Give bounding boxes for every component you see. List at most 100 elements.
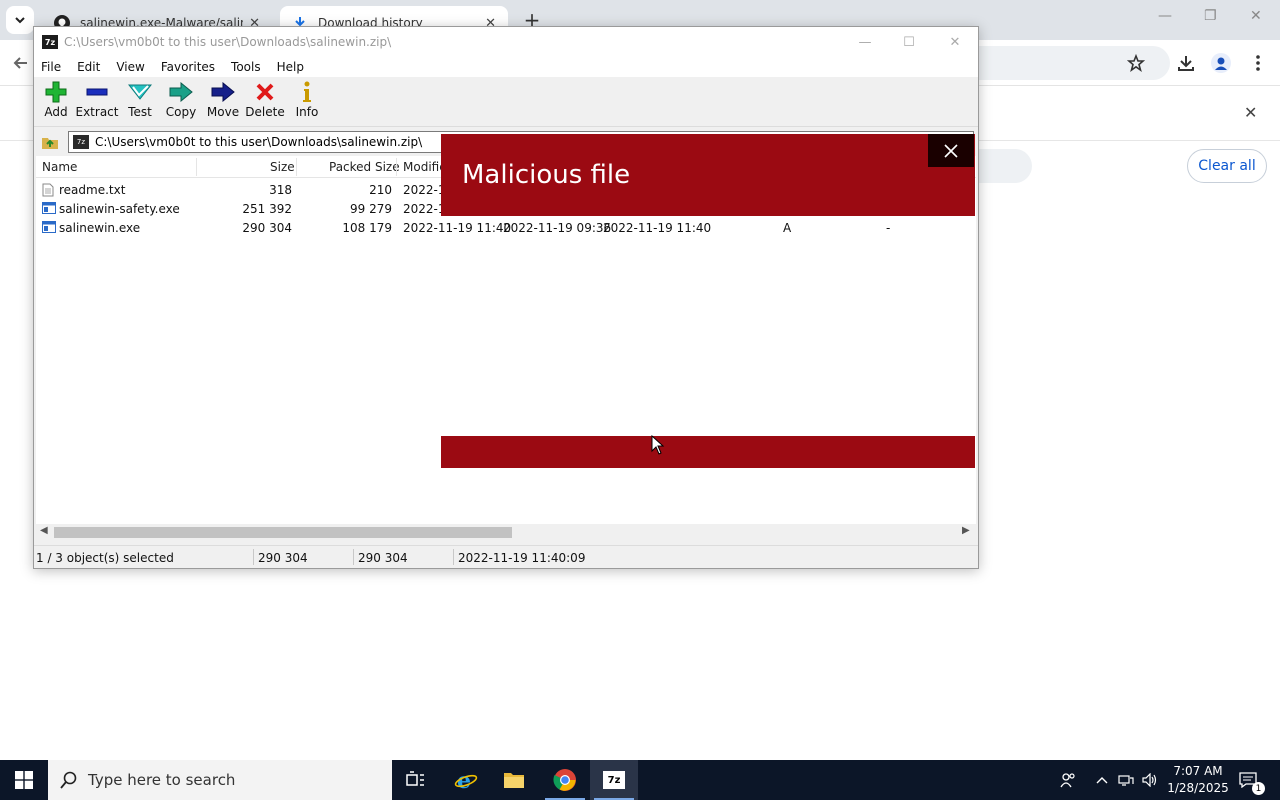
info-icon <box>294 80 320 104</box>
back-arrow-icon[interactable] <box>10 52 32 74</box>
restore-icon[interactable]: ❐ <box>1204 8 1217 24</box>
scroll-left-icon[interactable]: ◀ <box>40 525 48 536</box>
file-size: 290 304 <box>242 221 292 235</box>
close-icon[interactable]: ✕ <box>1244 103 1257 122</box>
status-size: 290 304 <box>258 551 308 565</box>
maximize-button[interactable]: ☐ <box>894 31 924 53</box>
windows-logo-icon <box>15 771 33 789</box>
close-icon[interactable]: ✕ <box>1250 8 1262 24</box>
taskbar-search-box[interactable]: Type here to search <box>48 760 392 800</box>
banner-body <box>441 216 975 436</box>
menu-view[interactable]: View <box>116 60 144 74</box>
people-icon[interactable] <box>1056 760 1080 800</box>
window-title: C:\Users\vm0b0t to this user\Downloads\s… <box>64 35 392 49</box>
windows-taskbar: Type here to search e 7z 7:07 AM 1/28/20… <box>0 760 1280 800</box>
chevron-down-icon <box>15 17 25 24</box>
column-size[interactable]: Size <box>270 160 295 174</box>
clear-all-button[interactable]: Clear all <box>1187 149 1267 183</box>
status-divider <box>253 549 254 565</box>
bookmark-star-icon[interactable] <box>1125 52 1147 74</box>
notification-count-badge: 1 <box>1252 782 1265 795</box>
column-packed-size[interactable]: Packed Size <box>329 160 400 174</box>
status-divider <box>353 549 354 565</box>
archive-icon: 7z <box>73 135 89 149</box>
file-packed-size: 210 <box>369 183 392 197</box>
column-divider <box>396 158 397 176</box>
close-button[interactable]: ✕ <box>940 31 970 53</box>
internet-explorer-icon: e <box>454 768 478 792</box>
malicious-file-banner: Malicious file <box>441 134 975 216</box>
edge-app-button[interactable]: e <box>442 760 490 800</box>
file-packed-size: 99 279 <box>350 202 392 216</box>
menu-favorites[interactable]: Favorites <box>161 60 215 74</box>
scrollbar-thumb[interactable] <box>54 527 512 538</box>
chrome-app-button[interactable] <box>541 760 589 800</box>
banner-footer <box>441 436 975 468</box>
menu-help[interactable]: Help <box>277 60 304 74</box>
folder-up-icon[interactable] <box>40 132 60 152</box>
info-button[interactable]: Info <box>285 80 329 124</box>
delete-button[interactable]: Delete <box>243 80 287 124</box>
7zip-app-icon: 7z <box>603 771 625 789</box>
chevron-up-icon[interactable] <box>1092 760 1112 800</box>
banner-close-button[interactable] <box>928 134 974 167</box>
delete-icon <box>252 80 278 104</box>
minimize-button[interactable]: — <box>850 31 880 53</box>
search-icon <box>60 771 77 789</box>
copy-button[interactable]: Copy <box>159 80 203 124</box>
exe-file-icon <box>42 202 56 216</box>
add-button[interactable]: Add <box>34 80 78 124</box>
path-text: C:\Users\vm0b0t to this user\Downloads\s… <box>95 135 423 149</box>
downloads-icon[interactable] <box>1175 52 1197 74</box>
clock-time: 7:07 AM <box>1173 764 1223 778</box>
test-icon <box>127 80 153 104</box>
start-button[interactable] <box>0 760 48 800</box>
file-explorer-button[interactable] <box>490 760 538 800</box>
horizontal-scrollbar[interactable]: ◀ ▶ <box>36 524 976 541</box>
system-clock[interactable]: 7:07 AM 1/28/2025 <box>1162 763 1234 797</box>
menu-tools[interactable]: Tools <box>231 60 261 74</box>
task-view-button[interactable] <box>392 760 440 800</box>
file-name: readme.txt <box>59 183 126 197</box>
status-packed: 290 304 <box>358 551 408 565</box>
test-button[interactable]: Test <box>118 80 162 124</box>
status-bar: 1 / 3 object(s) selected 290 304 290 304… <box>34 545 978 568</box>
scroll-right-icon[interactable]: ▶ <box>962 525 970 536</box>
folder-icon <box>504 773 524 788</box>
menu-kebab-icon[interactable] <box>1247 52 1269 74</box>
mouse-cursor-icon <box>651 434 665 458</box>
extract-button[interactable]: Extract <box>75 80 119 124</box>
menu-edit[interactable]: Edit <box>77 60 100 74</box>
search-placeholder: Type here to search <box>88 771 236 789</box>
close-icon <box>944 143 958 158</box>
status-selection: 1 / 3 object(s) selected <box>36 551 174 565</box>
column-divider <box>196 158 197 176</box>
volume-icon[interactable] <box>1140 760 1160 800</box>
clock-date: 1/28/2025 <box>1167 781 1229 795</box>
profile-avatar-icon[interactable] <box>1210 52 1232 74</box>
minimize-icon[interactable]: — <box>1158 8 1172 24</box>
file-size: 318 <box>269 183 292 197</box>
7zip-app-button[interactable]: 7z <box>590 760 638 800</box>
toolbar: Add Extract Test Copy Move Delete Info <box>34 77 978 127</box>
move-button[interactable]: Move <box>201 80 245 124</box>
banner-title: Malicious file <box>462 160 631 190</box>
file-size: 251 392 <box>242 202 292 216</box>
exe-file-icon <box>42 221 56 235</box>
move-icon <box>210 80 236 104</box>
file-name: salinewin.exe <box>59 221 141 235</box>
status-date: 2022-11-19 11:40:09 <box>458 551 586 565</box>
menu-file[interactable]: File <box>41 60 61 74</box>
status-divider <box>453 549 454 565</box>
menu-bar: File Edit View Favorites Tools Help <box>34 57 978 77</box>
text-file-icon <box>42 183 56 197</box>
tab-search-button[interactable] <box>6 6 34 34</box>
network-icon[interactable] <box>1116 760 1136 800</box>
copy-icon <box>168 80 194 104</box>
column-divider <box>296 158 297 176</box>
column-name[interactable]: Name <box>42 160 77 174</box>
window-titlebar[interactable]: 7z C:\Users\vm0b0t to this user\Download… <box>34 27 978 57</box>
extract-icon <box>84 80 110 104</box>
file-packed-size: 108 179 <box>342 221 392 235</box>
add-icon <box>43 80 69 104</box>
